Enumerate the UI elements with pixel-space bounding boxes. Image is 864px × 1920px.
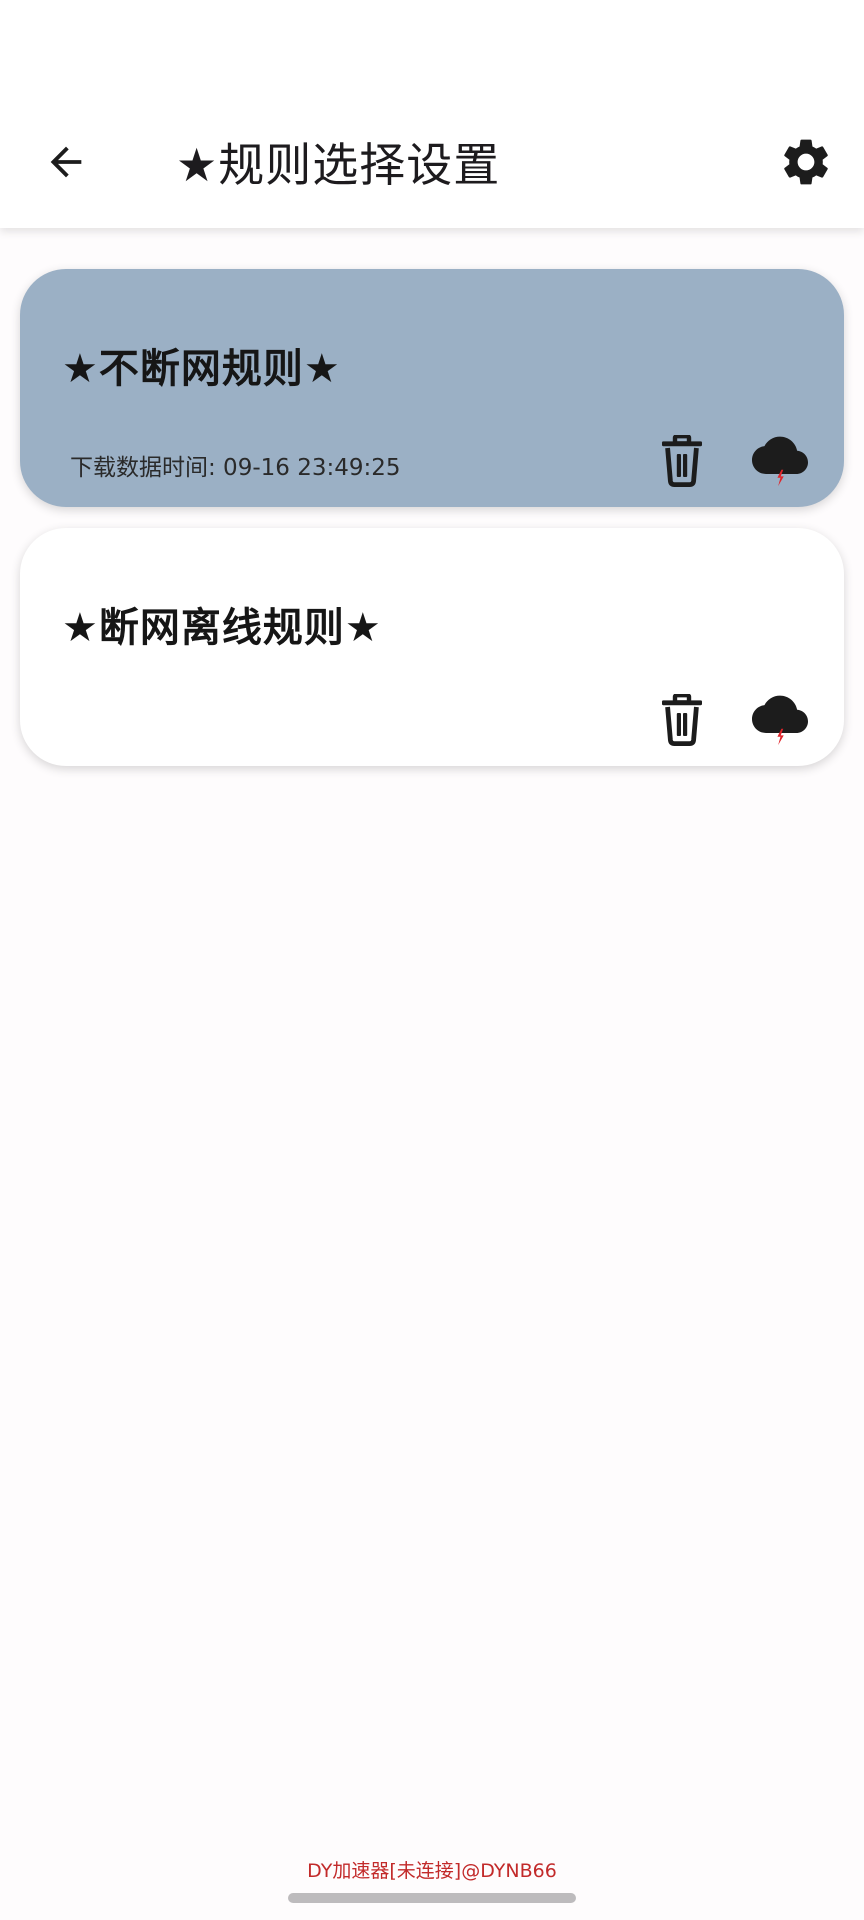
trash-icon bbox=[662, 435, 702, 487]
delete-rule-button[interactable] bbox=[650, 429, 714, 493]
rule-card-title: ★断网离线规则★ bbox=[62, 605, 382, 651]
settings-button[interactable] bbox=[772, 128, 840, 196]
download-rule-button[interactable] bbox=[747, 427, 813, 493]
connection-status-text: DY加速器[未连接]@DYNB66 bbox=[307, 1860, 557, 1882]
trash-icon bbox=[662, 694, 702, 746]
app-bar: ★规则选择设置 bbox=[0, 0, 864, 228]
home-indicator[interactable] bbox=[288, 1893, 576, 1903]
delete-rule-button[interactable] bbox=[650, 688, 714, 752]
rule-card-offline[interactable]: ★断网离线规则★ bbox=[20, 528, 844, 766]
rule-card-title: ★不断网规则★ bbox=[62, 346, 341, 392]
gear-icon bbox=[784, 139, 828, 185]
rule-card-no-disconnect[interactable]: ★不断网规则★ 下载数据时间: 09-16 23:49:25 bbox=[20, 269, 844, 507]
cloud-lightning-icon bbox=[752, 695, 808, 746]
arrow-left-icon bbox=[50, 146, 82, 178]
cloud-lightning-icon bbox=[752, 436, 808, 487]
download-rule-button[interactable] bbox=[747, 686, 813, 752]
back-button[interactable] bbox=[34, 130, 98, 194]
page-title: ★规则选择设置 bbox=[176, 138, 501, 192]
download-time-text: 下载数据时间: 09-16 23:49:25 bbox=[70, 455, 401, 481]
